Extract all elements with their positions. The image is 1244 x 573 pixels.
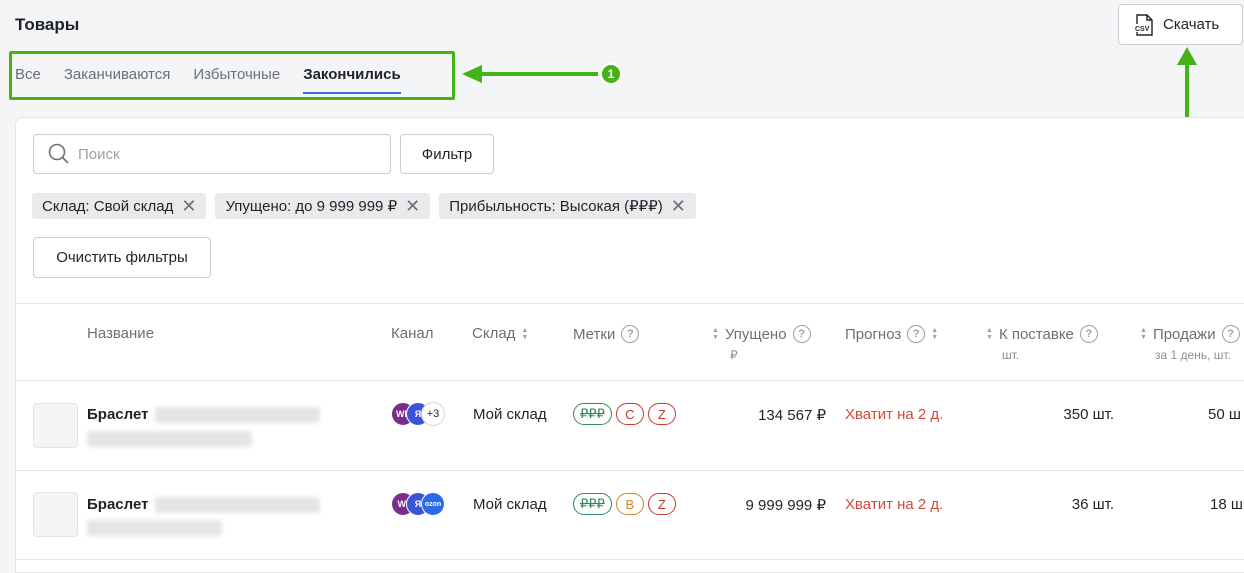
sort-icon[interactable]: ▲ ▼ (986, 327, 993, 341)
tags-cell: ₽₽₽ C Z (573, 403, 676, 425)
close-icon[interactable]: ✕ (405, 197, 420, 215)
tabs-bar: Все Заканчиваются Избыточные Закончились (15, 66, 424, 94)
lost-cell: 9 999 999 ₽ (745, 497, 826, 514)
search-input[interactable] (78, 145, 358, 163)
help-icon[interactable]: ? (1221, 325, 1240, 343)
tag-xyz: Z (647, 493, 676, 515)
help-icon[interactable]: ? (792, 325, 811, 343)
tag-profitability: ₽₽₽ (573, 493, 612, 515)
csv-file-icon: CSV (1134, 13, 1153, 36)
help-icon[interactable]: ? (621, 325, 640, 343)
redacted-text (155, 497, 320, 513)
filter-chip-warehouse: Склад: Свой склад ✕ (32, 193, 207, 219)
channel-list: Wb Я +3 (391, 402, 445, 426)
annotation-arrow-left (462, 65, 598, 83)
search-icon (48, 143, 69, 164)
svg-text:CSV: CSV (1135, 26, 1150, 33)
column-header-lost[interactable]: ▲ ▼ Упущено? (712, 325, 811, 343)
sort-icon[interactable]: ▲ ▼ (931, 327, 938, 341)
product-thumbnail (33, 403, 78, 448)
sales-cell: 50 ш (1208, 406, 1241, 423)
tab-out-of-stock[interactable]: Закончились (303, 66, 401, 94)
to-supply-cell: 36 шт. (1071, 496, 1114, 513)
download-label: Скачать (1163, 16, 1220, 33)
search-box[interactable] (33, 134, 391, 174)
active-filters: Склад: Свой склад ✕ Упущено: до 9 999 99… (32, 193, 696, 219)
tab-all[interactable]: Все (15, 66, 41, 94)
column-header-to-supply[interactable]: ▲ ▼ К поставке? (986, 325, 1098, 343)
warehouse-cell: Мой склад (473, 496, 547, 513)
annotation-badge-1: 1 (600, 63, 622, 85)
filter-button[interactable]: Фильтр (400, 134, 494, 174)
help-icon[interactable]: ? (1079, 325, 1098, 343)
help-icon[interactable]: ? (907, 325, 926, 343)
close-icon[interactable]: ✕ (671, 197, 686, 215)
forecast-cell: Хватит на 2 д. (845, 496, 944, 513)
product-name[interactable]: Браслет (87, 406, 148, 423)
column-header-forecast[interactable]: Прогноз? ▲ ▼ (845, 325, 938, 343)
sort-icon[interactable]: ▲ ▼ (521, 327, 528, 341)
product-name[interactable]: Браслет (87, 496, 148, 513)
ozon-icon: ozon (421, 492, 445, 516)
filter-chip-lost: Упущено: до 9 999 999 ₽ ✕ (215, 193, 431, 219)
column-header-channel: Канал (391, 325, 434, 342)
tag-profitability: ₽₽₽ (573, 403, 612, 425)
tag-abc: C (615, 403, 644, 425)
clear-filters-button[interactable]: Очистить фильтры (33, 237, 211, 278)
channel-list: Wl Я ozon (391, 492, 445, 516)
chip-label: Упущено: до 9 999 999 ₽ (225, 198, 398, 215)
product-thumbnail (33, 492, 78, 537)
tags-cell: ₽₽₽ B Z (573, 493, 676, 515)
divider (16, 470, 1244, 471)
redacted-text (87, 520, 222, 536)
tab-running-out[interactable]: Заканчиваются (64, 66, 171, 94)
tag-abc: B (615, 493, 644, 515)
sort-icon[interactable]: ▲ ▼ (712, 327, 719, 341)
column-header-tags: Метки? (573, 325, 640, 343)
tag-xyz: Z (647, 403, 676, 425)
divider (16, 380, 1244, 381)
column-unit-lost: ₽ (730, 348, 738, 362)
tab-excess[interactable]: Избыточные (193, 66, 280, 94)
more-channels-badge[interactable]: +3 (421, 402, 445, 426)
forecast-cell: Хватит на 2 д. (845, 406, 944, 423)
sort-icon[interactable]: ▲ ▼ (1140, 327, 1147, 341)
redacted-text (155, 407, 320, 423)
close-icon[interactable]: ✕ (181, 197, 196, 215)
sales-cell: 18 ш (1210, 496, 1243, 513)
redacted-text (87, 431, 252, 447)
column-header-name: Название (87, 325, 155, 342)
divider (16, 559, 1244, 560)
chip-label: Склад: Свой склад (42, 197, 174, 215)
column-header-warehouse[interactable]: Склад ▲ ▼ (472, 325, 528, 342)
divider (16, 303, 1244, 304)
column-unit-sales: за 1 день, шт. (1155, 348, 1231, 362)
warehouse-cell: Мой склад (473, 406, 547, 423)
column-unit-to-supply: шт. (1002, 348, 1020, 362)
page-title: Товары (15, 15, 80, 34)
lost-cell: 134 567 ₽ (758, 407, 826, 424)
filter-chip-profitability: Прибыльность: Высокая (₽₽₽) ✕ (439, 193, 696, 219)
download-csv-button[interactable]: CSV Скачать (1118, 4, 1243, 45)
column-header-sales[interactable]: ▲ ▼ Продажи? (1140, 325, 1240, 343)
chip-label: Прибыльность: Высокая (₽₽₽) (449, 198, 663, 215)
to-supply-cell: 350 шт. (1063, 406, 1114, 423)
